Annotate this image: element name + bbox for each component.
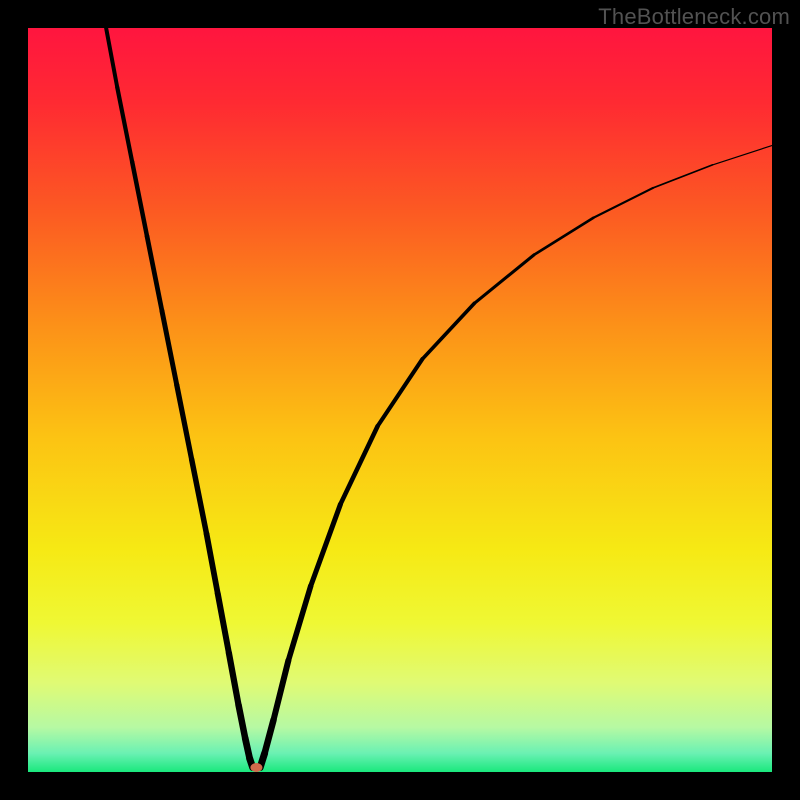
watermark-text: TheBottleneck.com [598,4,790,30]
chart-svg [28,28,772,772]
chart-background [28,28,772,772]
chart-outer: TheBottleneck.com [0,0,800,800]
chart-plot-area [28,28,772,772]
minimum-marker [250,763,262,772]
